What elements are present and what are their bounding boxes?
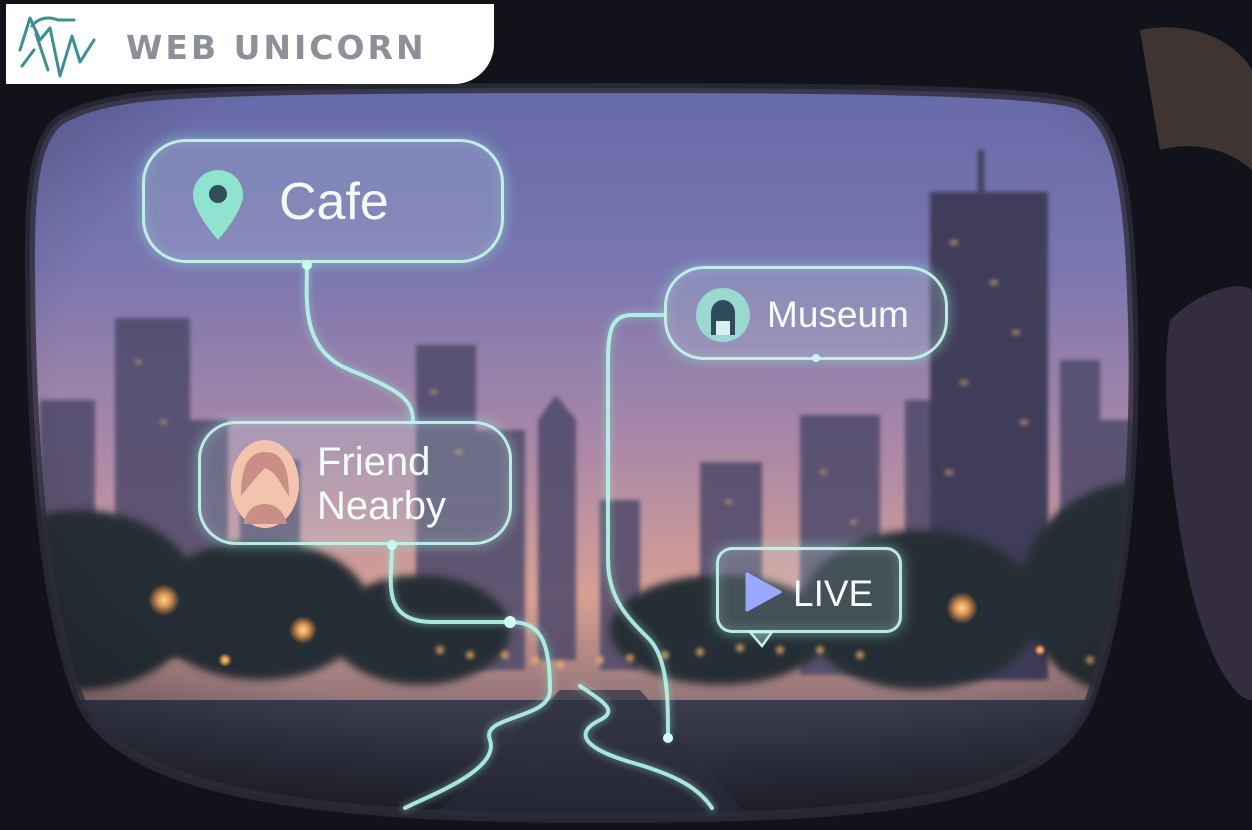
cafe-ar-marker[interactable]: Cafe (142, 139, 504, 263)
unicorn-logo-icon (18, 16, 96, 78)
museum-arch-icon (696, 288, 750, 342)
museum-label: Museum (767, 294, 909, 335)
play-icon (745, 572, 782, 612)
museum-ar-marker[interactable]: Museum (664, 266, 948, 360)
map-pin-icon (193, 170, 243, 240)
logo-wordmark: WEB UNICORN (126, 28, 427, 67)
live-stream-ar-marker[interactable]: LIVE (716, 547, 902, 633)
cafe-label: Cafe (279, 173, 389, 231)
friend-nearby-label: Friend Nearby (317, 440, 446, 528)
city-skyline-background (0, 0, 1252, 830)
web-unicorn-logo-banner: WEB UNICORN (6, 4, 494, 84)
friend-avatar-icon (231, 440, 299, 528)
friend-label-line2: Nearby (317, 484, 446, 528)
friend-label-line1: Friend (317, 440, 431, 484)
live-label: LIVE (793, 573, 874, 614)
friend-nearby-ar-marker[interactable]: Friend Nearby (198, 421, 512, 545)
